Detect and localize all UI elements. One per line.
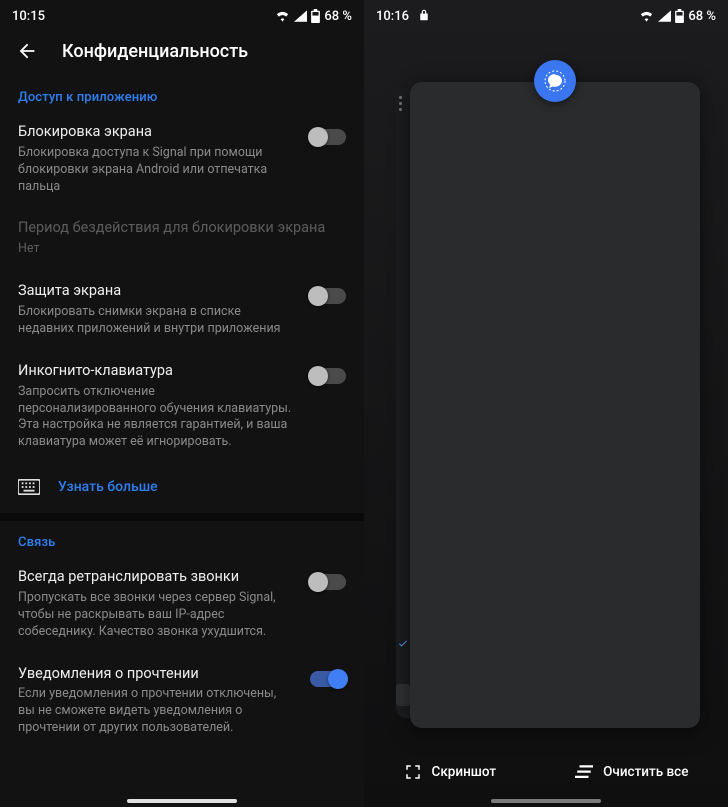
status-time: 10:15: [12, 9, 45, 24]
screenshot-button[interactable]: Скриншот: [392, 755, 509, 789]
battery-percent: 68 %: [324, 9, 352, 24]
battery-icon: [311, 9, 320, 23]
screenshot-label: Скриншот: [432, 764, 497, 780]
clear-all-icon: [575, 765, 593, 779]
wifi-icon: [275, 10, 290, 22]
setting-incognito[interactable]: Инкогнито-клавиатура Запросить отключени…: [0, 352, 364, 465]
incognito-toggle[interactable]: [310, 368, 346, 384]
status-icons-right: 68 %: [639, 9, 716, 24]
learn-more-row[interactable]: Узнать больше: [0, 465, 364, 513]
screen-security-title: Защита экрана: [18, 282, 294, 301]
setting-screen-security[interactable]: Защита экрана Блокировать снимки экрана …: [0, 272, 364, 352]
incognito-title: Инкогнито-клавиатура: [18, 362, 294, 381]
keyboard-icon: [18, 479, 40, 495]
incognito-sub: Запросить отключение персонализированног…: [18, 384, 294, 452]
recent-app-card[interactable]: [410, 82, 700, 728]
relay-title: Всегда ретранслировать звонки: [18, 568, 294, 587]
read-receipts-title: Уведомления о прочтении: [18, 665, 294, 684]
section-comm-title: Связь: [0, 521, 364, 558]
wifi-icon: [639, 10, 654, 22]
screen-lock-title: Блокировка экрана: [18, 123, 294, 142]
relay-sub: Пропускать все звонки через сервер Signa…: [18, 590, 294, 641]
checkmark-icon: [396, 636, 410, 650]
screen-security-sub: Блокировать снимки экрана в списке недав…: [18, 304, 294, 338]
inactivity-title: Период бездействия для блокировки экрана: [18, 219, 346, 238]
read-receipts-sub: Если уведомления о прочтении отключены, …: [18, 686, 294, 737]
screen-lock-toggle[interactable]: [310, 129, 346, 145]
nav-pill-left[interactable]: [127, 799, 237, 803]
battery-icon: [675, 9, 684, 23]
status-bar-left: 10:15 68 %: [0, 0, 364, 32]
setting-inactivity: Период бездействия для блокировки экрана…: [0, 209, 364, 272]
setting-read-receipts[interactable]: Уведомления о прочтении Если уведомления…: [0, 655, 364, 751]
header: Конфиденциальность: [0, 32, 364, 76]
signal-icon: [658, 10, 671, 22]
clear-all-label: Очистить все: [603, 764, 688, 780]
learn-more-link[interactable]: Узнать больше: [58, 479, 158, 495]
battery-percent-right: 68 %: [688, 9, 716, 24]
inactivity-sub: Нет: [18, 241, 346, 258]
settings-screen: 10:15 68 % Конфиденциальность Доступ к п…: [0, 0, 364, 807]
section-access-title: Доступ к приложению: [0, 76, 364, 113]
section-divider: [0, 513, 364, 521]
screen-lock-sub: Блокировка доступа к Signal при помощи б…: [18, 145, 294, 196]
mic-hint: [396, 684, 410, 706]
setting-relay[interactable]: Всегда ретранслировать звонки Пропускать…: [0, 558, 364, 654]
status-bar-right: 10:16 68 %: [364, 0, 728, 32]
recents-screen: 10:16 68 %: [364, 0, 728, 807]
setting-screen-lock[interactable]: Блокировка экрана Блокировка доступа к S…: [0, 113, 364, 209]
more-icon: [399, 96, 402, 111]
screenshot-icon: [404, 763, 422, 781]
status-time-right: 10:16: [376, 9, 429, 24]
recents-actions: Скриншот Очистить все: [364, 755, 728, 789]
page-title: Конфиденциальность: [62, 41, 248, 62]
back-arrow-icon[interactable]: [16, 40, 38, 62]
lock-icon: [419, 9, 429, 21]
screen-security-toggle[interactable]: [310, 288, 346, 304]
clear-all-button[interactable]: Очистить все: [563, 756, 700, 788]
read-receipts-toggle[interactable]: [310, 671, 346, 687]
recent-card-behind[interactable]: [396, 88, 410, 718]
status-icons: 68 %: [275, 9, 352, 24]
signal-icon: [294, 10, 307, 22]
nav-pill-right[interactable]: [491, 799, 601, 803]
relay-toggle[interactable]: [310, 574, 346, 590]
signal-app-icon[interactable]: [534, 60, 576, 102]
